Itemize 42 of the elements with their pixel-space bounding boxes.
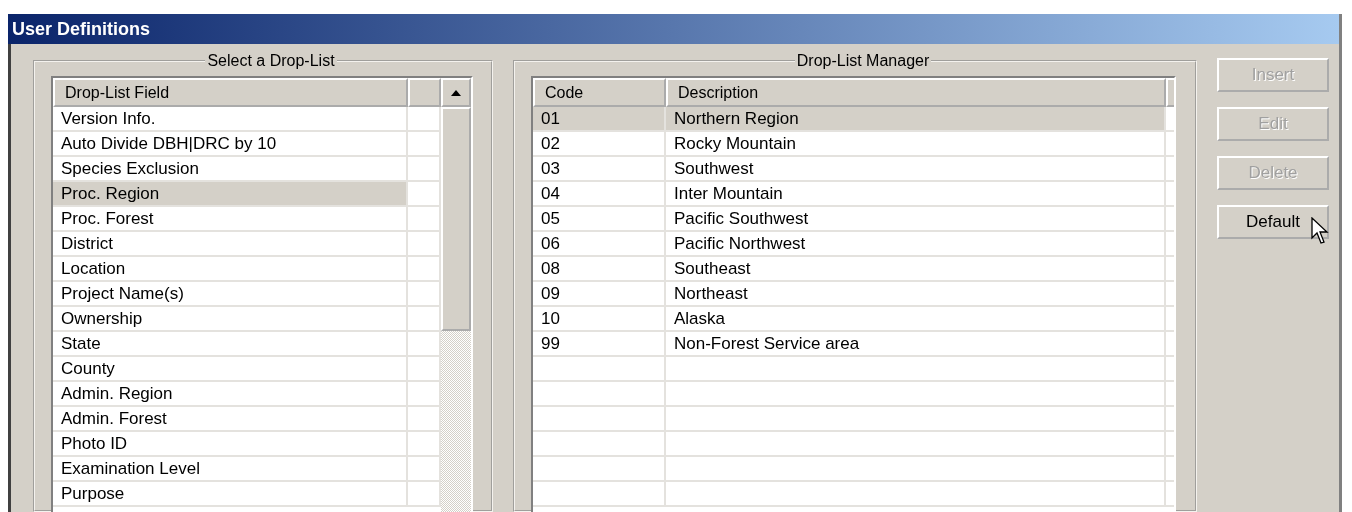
- list-row[interactable]: Project Name(s): [53, 282, 408, 307]
- column-header[interactable]: Code: [533, 78, 666, 107]
- code-cell: 02: [533, 132, 666, 157]
- code-cell: 03: [533, 157, 666, 182]
- list-row[interactable]: Version Info.: [53, 107, 408, 132]
- column-header[interactable]: Drop-List Field: [53, 78, 408, 107]
- code-cell: 10: [533, 307, 666, 332]
- description-cell: Pacific Southwest: [666, 207, 1166, 232]
- list-row[interactable]: Purpose: [53, 482, 408, 507]
- group-title: Drop-List Manager: [795, 52, 931, 70]
- list-row[interactable]: Species Exclusion: [53, 157, 408, 182]
- list-row[interactable]: Ownership: [53, 307, 408, 332]
- code-cell: 04: [533, 182, 666, 207]
- description-cell: Rocky Mountain: [666, 132, 1166, 157]
- code-cell: 06: [533, 232, 666, 257]
- list-row[interactable]: Admin. Forest: [53, 407, 408, 432]
- list-row[interactable]: Admin. Region: [53, 382, 408, 407]
- description-cell: Alaska: [666, 307, 1166, 332]
- description-cell: Northeast: [666, 282, 1166, 307]
- description-cell: Northern Region: [666, 107, 1166, 132]
- description-cell: Southwest: [666, 157, 1166, 182]
- list-row[interactable]: Auto Divide DBH|DRC by 10: [53, 132, 408, 157]
- list-row[interactable]: Photo ID: [53, 432, 408, 457]
- list-row[interactable]: District: [53, 232, 408, 257]
- list-row[interactable]: Location: [53, 257, 408, 282]
- description-cell: Inter Mountain: [666, 182, 1166, 207]
- list-row[interactable]: State: [53, 332, 408, 357]
- code-cell: 05: [533, 207, 666, 232]
- code-cell: 01: [533, 107, 666, 132]
- description-cell: Pacific Northwest: [666, 232, 1166, 257]
- list-row[interactable]: Proc. Forest: [53, 207, 408, 232]
- description-cell: Southeast: [666, 257, 1166, 282]
- code-cell: 99: [533, 332, 666, 357]
- list-row[interactable]: Examination Level: [53, 457, 408, 482]
- code-cell: 08: [533, 257, 666, 282]
- list-row[interactable]: County: [53, 357, 408, 382]
- window-title: User Definitions: [8, 14, 1339, 44]
- group-title: Select a Drop-List: [206, 52, 336, 70]
- list-row[interactable]: Proc. Region: [53, 182, 408, 207]
- code-cell: 09: [533, 282, 666, 307]
- description-cell: Non-Forest Service area: [666, 332, 1166, 357]
- column-header[interactable]: Description: [666, 78, 1166, 107]
